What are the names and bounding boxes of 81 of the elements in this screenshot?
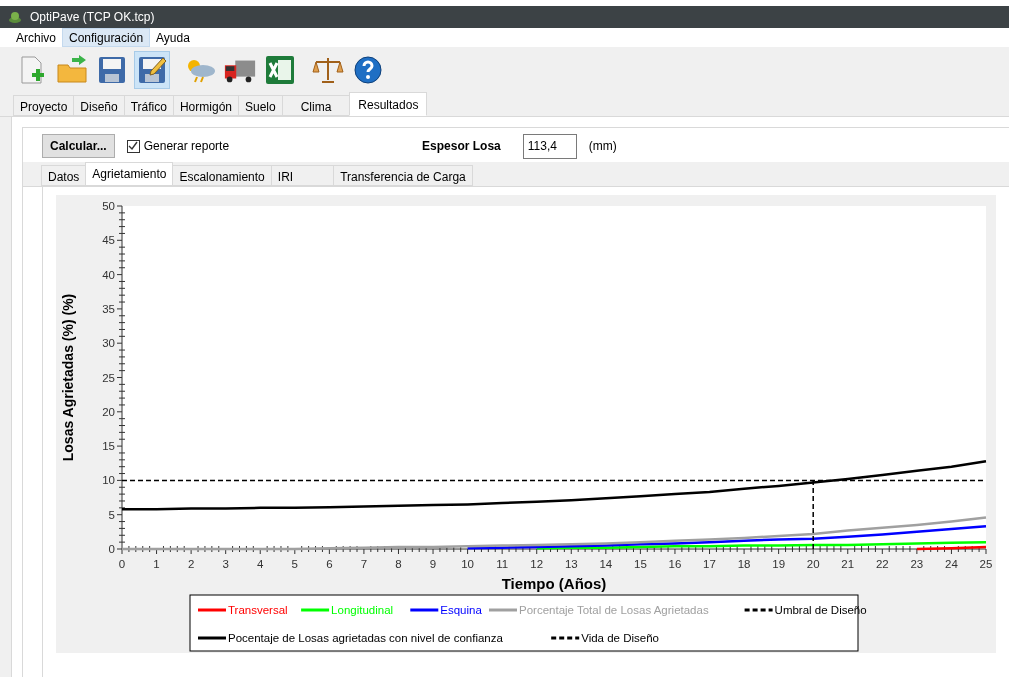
tab[interactable]: Suelo	[238, 95, 283, 116]
tab[interactable]: Hormigón	[172, 95, 239, 116]
x-tick-label: 2	[187, 558, 195, 570]
legend-line-icon	[744, 608, 773, 612]
tab[interactable]: Diseño	[73, 95, 125, 116]
x-tick-label: 3	[222, 558, 229, 570]
x-tick-label: 17	[703, 558, 716, 570]
x-tick-label: 25	[979, 558, 993, 570]
folder-icon	[56, 55, 88, 85]
legend-label: Porcentaje Total de Losas Agrietadas	[519, 604, 709, 616]
y-tick-label: 45	[102, 234, 115, 247]
legend-line-icon	[198, 608, 226, 612]
x-tick-label: 22	[875, 558, 889, 570]
x-tick-label: 4	[257, 558, 264, 570]
y-tick-label: 15	[102, 440, 115, 453]
x-tick-label: 8	[395, 558, 402, 570]
tab[interactable]: Tráfico	[123, 95, 174, 116]
legend-line-icon	[198, 636, 226, 640]
menu-item[interactable]: Ayuda	[150, 28, 196, 47]
x-tick-label: 21	[841, 558, 855, 570]
x-tick-label: 14	[599, 558, 613, 570]
check-icon	[128, 141, 139, 151]
thickness-label: Espesor Losa	[422, 138, 501, 155]
tab[interactable]: IRI	[270, 165, 335, 186]
x-tick-label: 18	[737, 558, 751, 570]
x-tick-label: 16	[668, 558, 682, 570]
menu-item[interactable]: Archivo	[10, 28, 62, 47]
legend-line-icon	[301, 608, 330, 612]
x-tick-label: 7	[360, 558, 368, 570]
spreadsheet-icon	[264, 54, 296, 86]
y-tick-label: 0	[108, 543, 115, 555]
legend-label: Transversal	[228, 604, 288, 616]
y-tick-label: 20	[102, 405, 115, 418]
floppy-disk-pencil-icon	[137, 55, 167, 85]
tab[interactable]: Agrietamiento	[85, 162, 174, 186]
app-icon	[8, 10, 22, 24]
legend-line-icon	[551, 636, 580, 640]
window-title: OptiPave (TCP OK.tcp)	[30, 9, 155, 26]
legend-line-icon	[410, 608, 439, 612]
x-tick-label: 19	[772, 558, 786, 570]
x-tick-label: 9	[429, 558, 437, 570]
y-tick-label: 5	[108, 508, 115, 521]
checkbox-label: Generar reporte	[143, 138, 230, 155]
unit-label: (mm)	[588, 138, 617, 155]
tab[interactable]: Transferencia de Carga	[333, 165, 473, 186]
y-tick-label: 25	[102, 371, 115, 384]
balance-scale-icon	[312, 55, 344, 85]
y-tick-label: 30	[102, 337, 115, 350]
menu-item[interactable]: Configuración	[62, 28, 151, 47]
x-tick-label: 24	[945, 558, 958, 570]
x-tick-label: 11	[496, 558, 509, 570]
legend-label: Pocentaje de Losas agrietadas con nivel de confianza	[228, 632, 503, 644]
report-checkbox[interactable]	[126, 139, 140, 153]
x-tick-label: 13	[564, 558, 578, 570]
legend-label: Umbral de Diseño	[774, 604, 867, 616]
tab[interactable]: Escalonamiento	[172, 165, 272, 186]
x-axis-title: Tiempo (Años)	[501, 575, 607, 592]
legend-line-icon	[489, 608, 517, 612]
x-tick-label: 20	[806, 558, 820, 570]
legend-label: Longitudinal	[331, 604, 394, 616]
y-axis-title: Losas Agrietadas (%) (%)	[60, 293, 76, 462]
x-tick-label: 23	[910, 558, 924, 570]
legend-label: Esquina	[440, 604, 482, 616]
help-icon	[353, 55, 383, 85]
x-tick-label: 12	[530, 558, 544, 570]
y-tick-label: 40	[102, 268, 115, 281]
thickness-field[interactable]: 113,4	[522, 133, 577, 159]
x-tick-label: 5	[291, 558, 298, 570]
x-tick-label: 1	[153, 558, 160, 570]
y-tick-label: 50	[102, 200, 115, 212]
tab[interactable]: Resultados	[349, 92, 428, 116]
x-tick-label: 6	[326, 558, 333, 570]
y-tick-label: 10	[102, 474, 115, 487]
tab[interactable]: Proyecto	[13, 95, 75, 116]
calculate-button[interactable]: Calcular...	[42, 134, 115, 158]
x-tick-label: 0	[118, 558, 126, 570]
x-tick-label: 10	[461, 558, 474, 570]
legend-label: Vida de Diseño	[581, 632, 659, 644]
y-tick-label: 35	[102, 302, 115, 315]
new-document-icon	[18, 55, 46, 85]
x-tick-label: 15	[634, 558, 647, 570]
